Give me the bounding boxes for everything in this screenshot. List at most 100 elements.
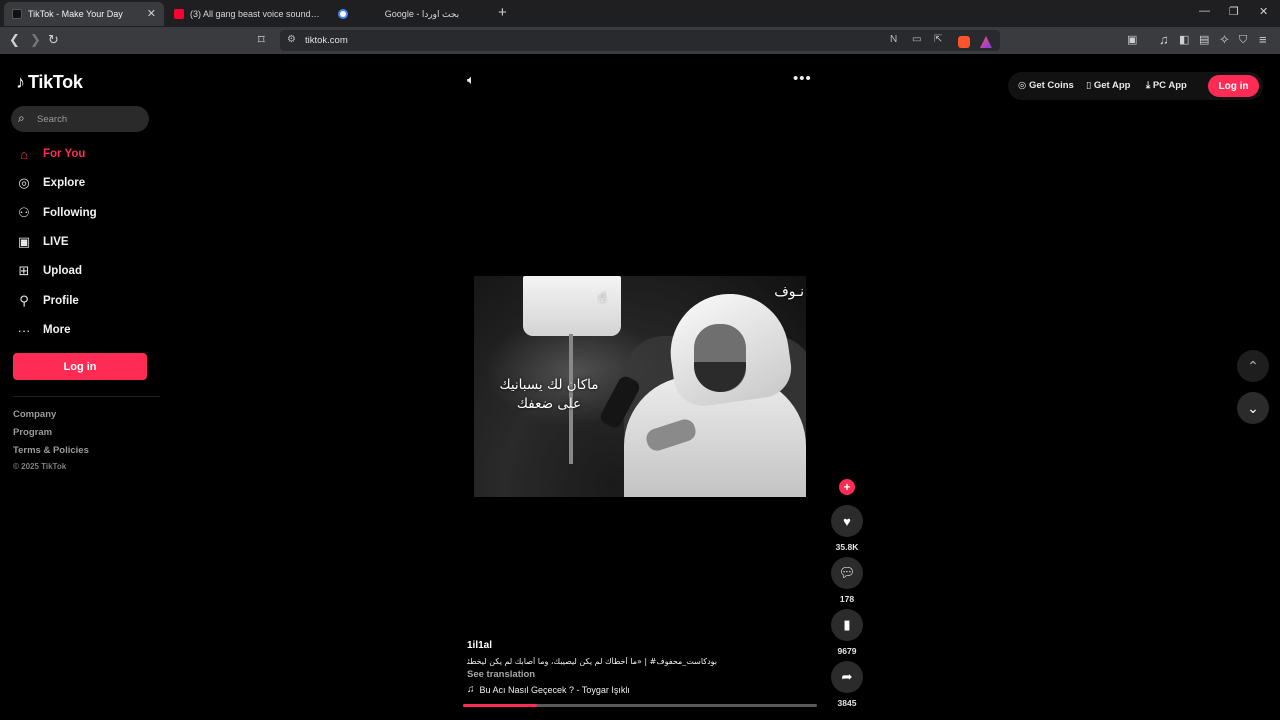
close-tab-icon[interactable]: ✕ — [147, 7, 156, 20]
browser-tab-bar: TikTok - Make Your Day ✕ (3) All gang be… — [0, 0, 1280, 27]
follow-plus-button[interactable]: + — [839, 479, 855, 495]
browser-toolbar: ❮ ❯ ↻ ⌑ ⚙ tiktok.com N ▭ ⇱ ▣ ♫ ◧ ▤ ✧ ⛉ ≡ — [0, 27, 1280, 54]
tiktok-note-icon: ♪ — [16, 72, 25, 92]
upload-icon: ⊞ — [18, 263, 30, 278]
next-video-button[interactable]: ⌄ — [1237, 392, 1269, 424]
video-description: بودكاست_محفوف# | «ما أخطأك لم يكن ليصيبك… — [467, 657, 717, 666]
pc-app-label: PC App — [1152, 80, 1187, 91]
save-button[interactable]: ▮ — [831, 609, 863, 641]
address-bar[interactable]: ⚙ tiktok.com N ▭ ⇱ — [280, 30, 1000, 51]
see-translation-link[interactable]: See translation — [467, 669, 535, 680]
sidebar-login-button[interactable]: Log in — [13, 353, 147, 380]
chevron-up-icon: ⌃ — [1247, 357, 1259, 374]
like-button[interactable]: ♥ — [831, 505, 863, 537]
following-icon: ⚇ — [18, 205, 30, 220]
footer-link-program[interactable]: Program — [13, 427, 52, 438]
footer-link-company[interactable]: Company — [13, 409, 56, 420]
translate-icon[interactable]: N — [890, 34, 897, 45]
tab-google[interactable]: Google - بحث اوردا — [330, 2, 490, 26]
tab-youtube[interactable]: (3) All gang beast voice sound effect — [166, 2, 326, 26]
sidebar-item-label: Upload — [43, 265, 82, 277]
share-icon[interactable]: ⇱ — [934, 34, 942, 45]
tab-title: (3) All gang beast voice sound effect — [190, 9, 320, 19]
previous-video-button[interactable]: ⌃ — [1237, 350, 1269, 382]
brave-shield-icon[interactable] — [958, 36, 970, 48]
header-login-button[interactable]: Log in — [1208, 75, 1259, 97]
sidebar-item-label: LIVE — [43, 236, 69, 248]
leo-ai-icon[interactable]: ✧ — [1219, 32, 1230, 48]
brave-rewards-icon[interactable] — [980, 36, 992, 48]
more-icon: ··· — [17, 322, 31, 338]
pointer-cursor-icon: ☝ — [598, 289, 607, 305]
video-corner-text: نـوف — [774, 284, 804, 300]
comment-button[interactable]: 💬︎ — [831, 557, 863, 589]
copyright-text: © 2025 TikTok — [13, 462, 67, 471]
comment-count: 178 — [839, 594, 855, 604]
search-box[interactable]: ⌕ — [11, 106, 149, 132]
tab-tiktok[interactable]: TikTok - Make Your Day ✕ — [4, 2, 164, 26]
bookmark-icon: ▮ — [843, 617, 851, 632]
compass-icon: ◎ — [18, 175, 30, 190]
music-title: Bu Acı Nasıl Geçecek ? - Toygar Işıklı — [479, 684, 630, 695]
sidebar-item-label: Following — [43, 207, 97, 219]
search-icon[interactable]: ⌕ — [18, 111, 25, 126]
forward-icon[interactable]: ❯ — [30, 32, 41, 48]
sidebar-item-explore[interactable]: ◎ Explore — [13, 172, 153, 194]
sidebar-toggle-icon[interactable]: ◧ — [1179, 32, 1189, 48]
close-window-button[interactable]: ✕ — [1259, 5, 1268, 18]
like-count: 35.8K — [835, 542, 859, 552]
get-coins-button[interactable]: ◎ Get Coins — [1018, 80, 1074, 91]
youtube-favicon-icon — [174, 9, 184, 19]
cast-icon[interactable]: ▭ — [912, 34, 921, 45]
sidebar-item-label: For You — [43, 148, 86, 160]
sidebar-item-live[interactable]: ▣ LIVE — [13, 231, 153, 253]
comment-icon: 💬︎ — [838, 565, 856, 580]
music-link[interactable]: ♫ Bu Acı Nasıl Geçecek ? - Toygar Işıklı — [467, 684, 630, 695]
google-favicon-icon — [338, 9, 348, 19]
author-name[interactable]: 1il1al — [467, 640, 492, 651]
bookmark-icon[interactable]: ⌑ — [258, 32, 265, 48]
reload-icon[interactable]: ↻ — [48, 32, 59, 48]
sidebar-item-upload[interactable]: ⊞ Upload — [13, 260, 153, 282]
wallet-icon[interactable]: ▤ — [1199, 32, 1209, 48]
video-progress-fill — [463, 704, 538, 707]
new-tab-button[interactable]: + — [498, 4, 507, 21]
restore-button[interactable]: ❐ — [1229, 5, 1239, 18]
volume-icon[interactable]: 🔈︎ — [467, 72, 475, 88]
url-text: tiktok.com — [305, 35, 348, 46]
tiktok-logo[interactable]: ♪ TikTok — [16, 72, 83, 93]
menu-icon[interactable]: ≡ — [1259, 32, 1267, 48]
minimize-button[interactable]: — — [1199, 5, 1210, 17]
sidebar-item-profile[interactable]: ⚲ Profile — [13, 290, 153, 312]
sidebar-item-label: Profile — [43, 295, 79, 307]
pc-app-button[interactable]: ⤓ PC App — [1146, 80, 1187, 91]
search-input[interactable] — [37, 110, 142, 128]
site-info-icon[interactable]: ⚙ — [287, 34, 296, 45]
share-button[interactable]: ➦ — [831, 661, 863, 693]
chevron-down-icon: ⌄ — [1247, 399, 1259, 416]
coin-icon: ◎ — [1018, 80, 1029, 91]
heart-icon: ♥ — [843, 513, 851, 529]
video-progress-bar[interactable] — [463, 704, 817, 707]
video-player[interactable]: ماكان لك يسبانيك على ضعفك نـوف — [474, 276, 806, 497]
tab-title: Google - بحث اوردا — [384, 8, 460, 19]
sidebar-item-for-you[interactable]: ⌂ For You — [13, 143, 153, 165]
share-arrow-icon: ➦ — [841, 669, 853, 684]
media-icon[interactable]: ♫ — [1159, 32, 1169, 48]
tiktok-favicon-icon — [12, 9, 22, 19]
get-app-button[interactable]: ▯ Get App — [1086, 80, 1130, 91]
tab-title: TikTok - Make Your Day — [28, 9, 123, 19]
sidebar-item-label: More — [43, 324, 71, 336]
share-count: 3845 — [837, 698, 857, 708]
save-count: 9679 — [837, 646, 857, 656]
sidebar-item-more[interactable]: ··· More — [13, 319, 153, 341]
sidebar-divider — [13, 396, 160, 397]
get-app-label: Get App — [1093, 80, 1131, 91]
sidebar-item-following[interactable]: ⚇ Following — [13, 202, 153, 224]
reader-mode-icon[interactable]: ▣ — [1127, 32, 1137, 48]
footer-link-terms[interactable]: Terms & Policies — [13, 445, 89, 456]
back-icon[interactable]: ❮ — [9, 32, 20, 48]
vpn-icon[interactable]: ⛉ — [1239, 32, 1247, 48]
profile-icon: ⚲ — [19, 293, 29, 308]
more-options-icon[interactable]: ••• — [793, 70, 812, 87]
